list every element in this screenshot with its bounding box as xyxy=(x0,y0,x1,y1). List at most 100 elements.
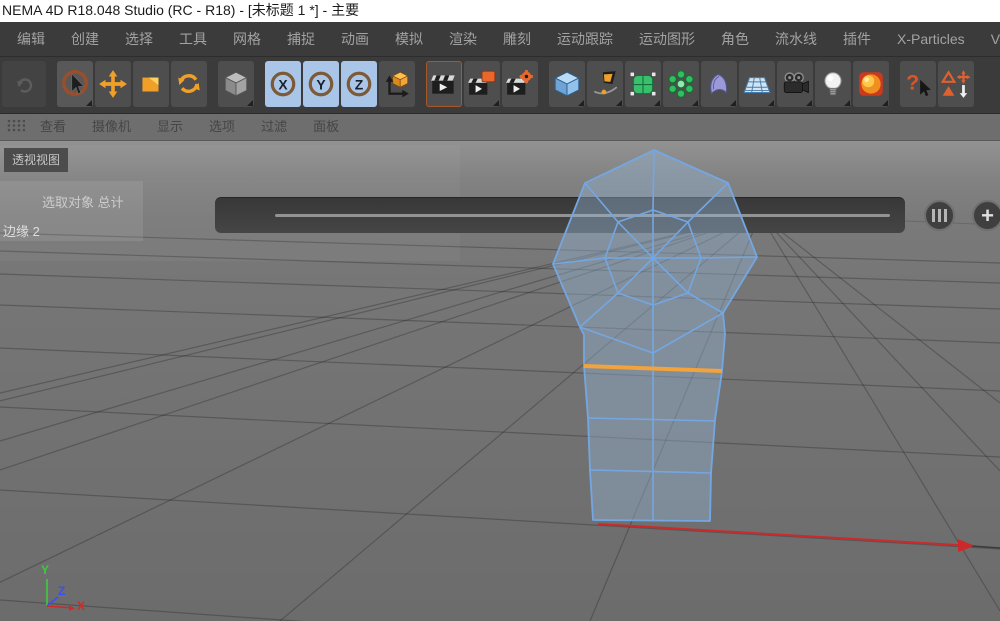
hud-add-button[interactable]: + xyxy=(972,200,1000,231)
y-axis-lock-icon: Y xyxy=(306,69,336,99)
bend-deformer-icon xyxy=(704,69,734,99)
flyout-corner xyxy=(578,100,584,106)
menu-x-particles[interactable]: X-Particles xyxy=(884,22,978,56)
menu-tools[interactable]: 工具 xyxy=(166,22,220,56)
lock-z-axis-button[interactable]: Z xyxy=(341,61,377,107)
svg-text:Z: Z xyxy=(355,76,364,92)
perspective-viewport[interactable]: 透视视图 选取对象 总计 边缘 2 + Y Z X xyxy=(0,141,1000,621)
toolbar: X Y Z xyxy=(0,57,1000,114)
axis-indicator: Y Z X xyxy=(30,561,100,621)
flyout-corner xyxy=(882,100,888,106)
menu-select[interactable]: 选择 xyxy=(112,22,166,56)
menu-motion-tracker[interactable]: 运动跟踪 xyxy=(544,22,626,56)
flyout-corner xyxy=(86,100,92,106)
lock-x-axis-button[interactable]: X xyxy=(265,61,301,107)
array-generator-icon xyxy=(666,69,696,99)
rotate-icon xyxy=(174,69,204,99)
last-used-tool-button[interactable] xyxy=(218,61,254,107)
flyout-corner xyxy=(844,100,850,106)
vmenu-view[interactable]: 查看 xyxy=(27,114,79,140)
flyout-corner xyxy=(493,100,499,106)
view-label: 透视视图 xyxy=(4,148,68,172)
light-bulb-icon xyxy=(818,69,848,99)
flyout-corner xyxy=(692,100,698,106)
help-pointer-icon: ? xyxy=(903,69,933,99)
environment-floor-button[interactable] xyxy=(739,61,775,107)
menu-render[interactable]: 渲染 xyxy=(436,22,490,56)
menu-sculpt[interactable]: 雕刻 xyxy=(490,22,544,56)
floor-grid-icon xyxy=(742,69,772,99)
rotate-tool-button[interactable] xyxy=(171,61,207,107)
subdivision-surface-button[interactable] xyxy=(625,61,661,107)
menu-plugins[interactable]: 插件 xyxy=(830,22,884,56)
capsule-object[interactable] xyxy=(0,141,1000,621)
viewport-menubar: 查看 摄像机 显示 选项 过滤 面板 xyxy=(0,114,1000,141)
material-button[interactable] xyxy=(853,61,889,107)
vmenu-display[interactable]: 显示 xyxy=(144,114,196,140)
menu-pipeline[interactable]: 流水线 xyxy=(762,22,830,56)
lock-y-axis-button[interactable]: Y xyxy=(303,61,339,107)
render-view-icon xyxy=(429,69,459,99)
primitive-cube-button[interactable] xyxy=(549,61,585,107)
render-picture-viewer-icon xyxy=(467,69,497,99)
hud-columns-button[interactable] xyxy=(924,200,955,231)
deformer-button[interactable] xyxy=(701,61,737,107)
subdivision-surface-icon xyxy=(628,69,658,99)
undo-icon xyxy=(10,70,38,98)
menu-simulate[interactable]: 模拟 xyxy=(382,22,436,56)
svg-text:Y: Y xyxy=(316,76,326,92)
coordinate-system-button[interactable] xyxy=(379,61,415,107)
axis-x-label: X xyxy=(77,599,85,613)
window-title: NEMA 4D R18.048 Studio (RC - R18) - [未标题… xyxy=(0,0,1000,22)
help-button[interactable]: ? xyxy=(900,61,936,107)
panel-grip-icon[interactable] xyxy=(7,119,25,135)
live-selection-icon xyxy=(60,69,90,99)
x-axis-lock-icon: X xyxy=(268,69,298,99)
live-selection-button[interactable] xyxy=(57,61,93,107)
hud-edge-count: 边缘 2 xyxy=(3,221,40,240)
x-particles-icon xyxy=(940,69,972,99)
scale-tool-button[interactable] xyxy=(133,61,169,107)
menu-character[interactable]: 角色 xyxy=(708,22,762,56)
menu-animate[interactable]: 动画 xyxy=(328,22,382,56)
render-to-picture-viewer-button[interactable] xyxy=(464,61,500,107)
render-settings-icon xyxy=(505,69,535,99)
bar-glyph xyxy=(932,209,935,222)
workplane-axes-icon xyxy=(382,69,412,99)
pen-icon xyxy=(590,69,620,99)
menu-v-ray[interactable]: V-Ray Br xyxy=(978,22,1000,56)
spline-pen-button[interactable] xyxy=(587,61,623,107)
flyout-corner xyxy=(806,100,812,106)
undo-button[interactable] xyxy=(2,61,46,107)
vmenu-camera[interactable]: 摄像机 xyxy=(79,114,144,140)
flyout-corner xyxy=(654,100,660,106)
axis-y-label: Y xyxy=(41,563,49,577)
axis-z-label: Z xyxy=(58,584,65,598)
cube-icon xyxy=(552,69,582,99)
render-settings-button[interactable] xyxy=(502,61,538,107)
generator-array-button[interactable] xyxy=(663,61,699,107)
svg-text:X: X xyxy=(278,76,288,92)
menu-mesh[interactable]: 网格 xyxy=(220,22,274,56)
menu-create[interactable]: 创建 xyxy=(58,22,112,56)
light-button[interactable] xyxy=(815,61,851,107)
gray-cube-icon xyxy=(221,69,251,99)
move-icon xyxy=(98,69,128,99)
flyout-corner xyxy=(247,100,253,106)
material-sphere-icon xyxy=(856,69,886,99)
render-view-button[interactable] xyxy=(426,61,462,107)
x-particles-button[interactable] xyxy=(938,61,974,107)
vmenu-options[interactable]: 选项 xyxy=(196,114,248,140)
vmenu-filter[interactable]: 过滤 xyxy=(248,114,300,140)
move-tool-button[interactable] xyxy=(95,61,131,107)
menu-snap[interactable]: 捕捉 xyxy=(274,22,328,56)
camera-icon xyxy=(780,69,810,99)
z-axis-lock-icon: Z xyxy=(344,69,374,99)
menu-edit[interactable]: 编辑 xyxy=(4,22,58,56)
camera-button[interactable] xyxy=(777,61,813,107)
bar-glyph xyxy=(938,209,941,222)
menubar: 编辑 创建 选择 工具 网格 捕捉 动画 模拟 渲染 雕刻 运动跟踪 运动图形 … xyxy=(0,22,1000,57)
vmenu-panel[interactable]: 面板 xyxy=(300,114,352,140)
menu-mograph[interactable]: 运动图形 xyxy=(626,22,708,56)
scale-icon xyxy=(136,69,166,99)
